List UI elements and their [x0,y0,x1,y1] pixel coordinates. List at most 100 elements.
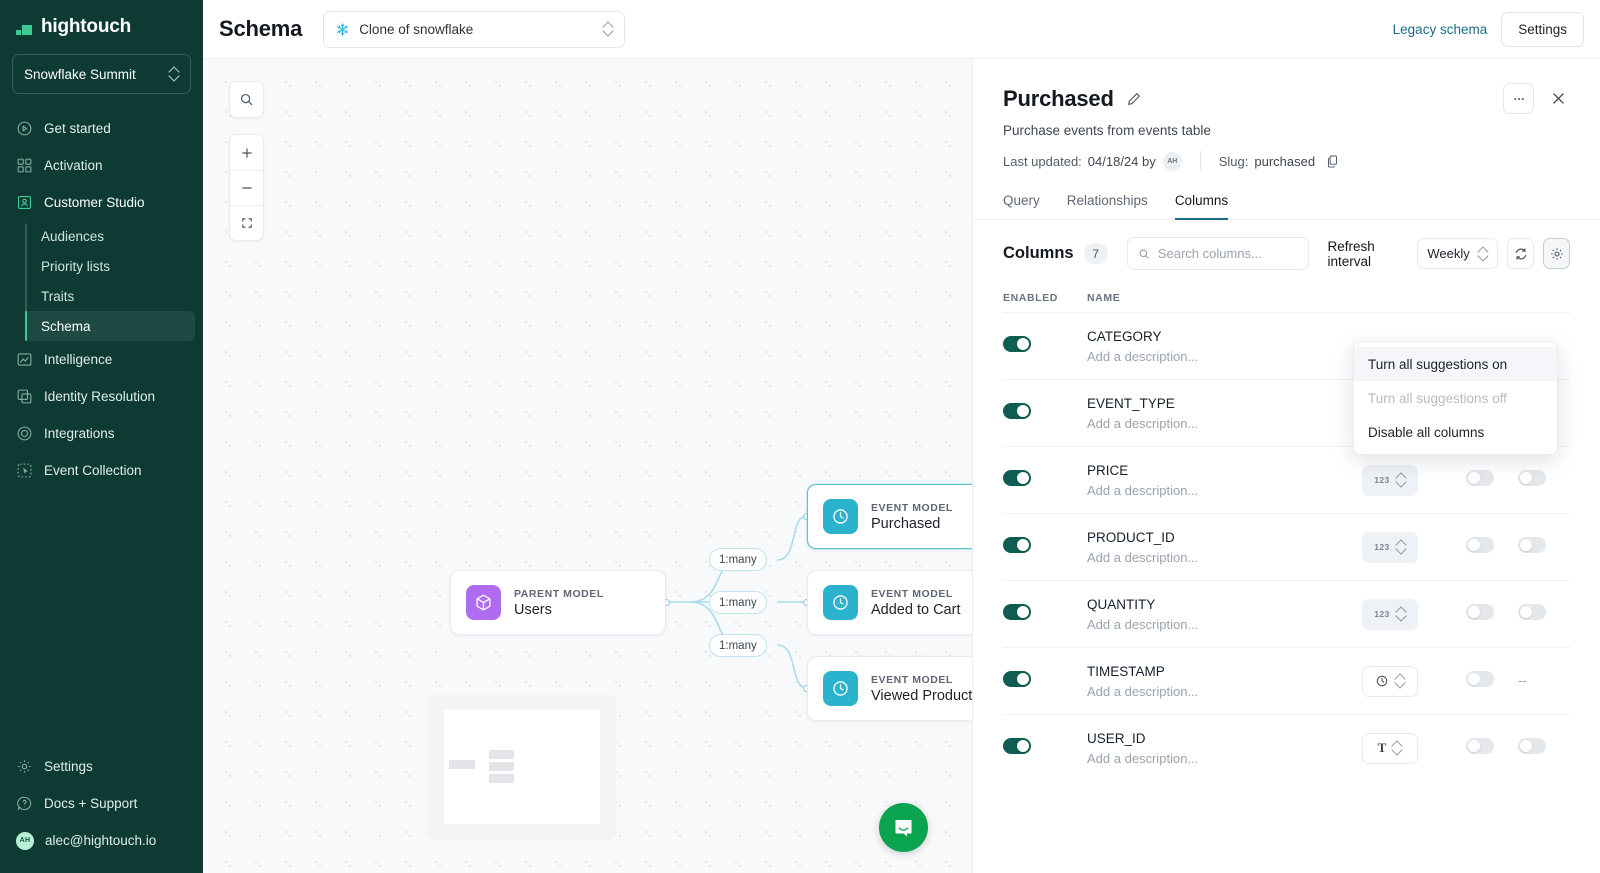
column-type-select[interactable]: 123 [1362,599,1418,630]
plus-icon [240,146,254,160]
node-parent-model-users[interactable]: PARENT MODEL Users [450,570,666,635]
node-event-model-purchased[interactable]: EVENT MODEL Purchased [807,484,972,549]
row-enabled-toggle[interactable] [1003,336,1031,352]
node-event-model-viewed-product[interactable]: EVENT MODEL Viewed Product [807,656,972,721]
schema-canvas[interactable]: 1:many 1:many 1:many PARENT MODEL Users [203,59,972,873]
column-description[interactable]: Add a description... [1087,751,1362,766]
table-row[interactable]: USER_ID Add a description... T [1003,714,1570,781]
sidebar-item-traits[interactable]: Traits [25,281,195,311]
row-toggle-cell [1518,537,1570,558]
clock-icon [823,499,858,534]
columns-settings-button[interactable] [1543,238,1570,269]
column-description[interactable]: Add a description... [1087,416,1362,431]
panel-header-actions [1503,83,1570,114]
sidebar-item-activation[interactable]: Activation [8,147,195,184]
row-secondary-toggle[interactable] [1518,470,1546,486]
sidebar-item-get-started[interactable]: Get started [8,110,195,147]
row-toggle-cell [1518,738,1570,759]
table-row[interactable]: PRICE Add a description... 123 [1003,446,1570,513]
row-toggle-cell [1466,671,1518,692]
clock-icon [823,671,858,706]
row-type-cell: 123 [1362,532,1466,563]
row-enabled-toggle[interactable] [1003,604,1031,620]
row-toggle-cell [1518,604,1570,625]
sidebar-item-customer-studio[interactable]: Customer Studio [8,184,195,221]
column-type-select[interactable]: 123 [1362,465,1418,496]
search-columns-box[interactable] [1127,237,1310,270]
canvas-minimap[interactable] [428,694,616,840]
column-type-select[interactable]: T [1362,733,1418,764]
table-row[interactable]: PRODUCT_ID Add a description... 123 [1003,513,1570,580]
column-description[interactable]: Add a description... [1087,483,1362,498]
table-row[interactable]: TIMESTAMP Add a description... [1003,647,1570,714]
row-secondary-toggle[interactable] [1518,738,1546,754]
column-type-select[interactable]: 123 [1362,532,1418,563]
column-description[interactable]: Add a description... [1087,617,1362,632]
sidebar-subitem-label: Priority lists [41,259,110,274]
chevron-updown-icon [1478,247,1488,261]
tab-query[interactable]: Query [1003,193,1040,220]
row-suggestions-toggle[interactable] [1466,604,1494,620]
sidebar-item-integrations[interactable]: Integrations [8,415,195,452]
tab-columns[interactable]: Columns [1175,193,1228,220]
row-suggestions-toggle[interactable] [1466,738,1494,754]
intercom-chat-button[interactable] [879,803,928,852]
menu-item-disable-all-columns[interactable]: Disable all columns [1354,415,1557,449]
column-description[interactable]: Add a description... [1087,349,1362,364]
edit-name-button[interactable] [1126,91,1142,107]
tab-relationships[interactable]: Relationships [1067,193,1148,220]
source-selector[interactable]: Clone of snowflake [323,11,625,48]
sidebar-item-priority-lists[interactable]: Priority lists [25,251,195,281]
search-columns-input[interactable] [1158,246,1299,261]
table-row[interactable]: QUANTITY Add a description... 123 [1003,580,1570,647]
row-suggestions-toggle[interactable] [1466,671,1494,687]
sidebar-item-audiences[interactable]: Audiences [25,221,195,251]
node-event-model-added-to-cart[interactable]: EVENT MODEL Added to Cart [807,570,972,635]
sidebar-item-docs-support[interactable]: Docs + Support [8,785,195,822]
column-description[interactable]: Add a description... [1087,550,1362,565]
row-enabled-toggle[interactable] [1003,738,1031,754]
column-type-select[interactable] [1362,666,1418,697]
snowflake-icon [335,22,350,37]
columns-toolbar: Columns 7 Refresh interval Weekly [973,220,1600,284]
refresh-interval-select[interactable]: Weekly [1417,238,1498,269]
slug-label: Slug: [1219,154,1249,169]
fit-view-button[interactable] [230,205,263,240]
columns-settings-menu: Turn all suggestions on Turn all suggest… [1353,341,1558,455]
zoom-in-button[interactable] [230,135,263,170]
row-enabled-toggle[interactable] [1003,671,1031,687]
legacy-schema-link[interactable]: Legacy schema [1393,22,1488,37]
sidebar-item-account[interactable]: AH alec@hightouch.io [8,822,195,859]
copy-slug-button[interactable] [1325,154,1340,169]
more-options-button[interactable] [1503,83,1534,114]
canvas-search-button[interactable] [230,82,263,117]
panel-title-row: Purchased [1003,83,1570,114]
workspace-switcher[interactable]: Snowflake Summit [12,54,191,94]
refresh-columns-button[interactable] [1507,238,1534,269]
integrations-icon [16,425,33,442]
column-description[interactable]: Add a description... [1087,684,1362,699]
app-root: hightouch Snowflake Summit Get started A… [0,0,1600,873]
sidebar-item-schema[interactable]: Schema [25,311,195,341]
row-secondary-toggle[interactable] [1518,537,1546,553]
row-enabled-toggle[interactable] [1003,470,1031,486]
sidebar-item-intelligence[interactable]: Intelligence [8,341,195,378]
menu-item-turn-all-suggestions-on[interactable]: Turn all suggestions on [1354,347,1557,381]
row-enabled-toggle[interactable] [1003,537,1031,553]
row-suggestions-toggle[interactable] [1466,470,1494,486]
sidebar-item-identity-resolution[interactable]: Identity Resolution [8,378,195,415]
column-name: PRICE [1087,463,1362,478]
close-panel-button[interactable] [1546,87,1570,111]
settings-button[interactable]: Settings [1501,12,1584,47]
brand-logo[interactable]: hightouch [0,0,203,48]
avatar: AH [16,832,34,850]
row-enabled-cell [1003,537,1087,558]
row-secondary-toggle[interactable] [1518,604,1546,620]
column-name: PRODUCT_ID [1087,530,1362,545]
row-name-cell: PRODUCT_ID Add a description... [1087,530,1362,565]
row-enabled-toggle[interactable] [1003,403,1031,419]
sidebar-item-event-collection[interactable]: Event Collection [8,452,195,489]
row-suggestions-toggle[interactable] [1466,537,1494,553]
sidebar-item-settings[interactable]: Settings [8,748,195,785]
zoom-out-button[interactable] [230,170,263,205]
